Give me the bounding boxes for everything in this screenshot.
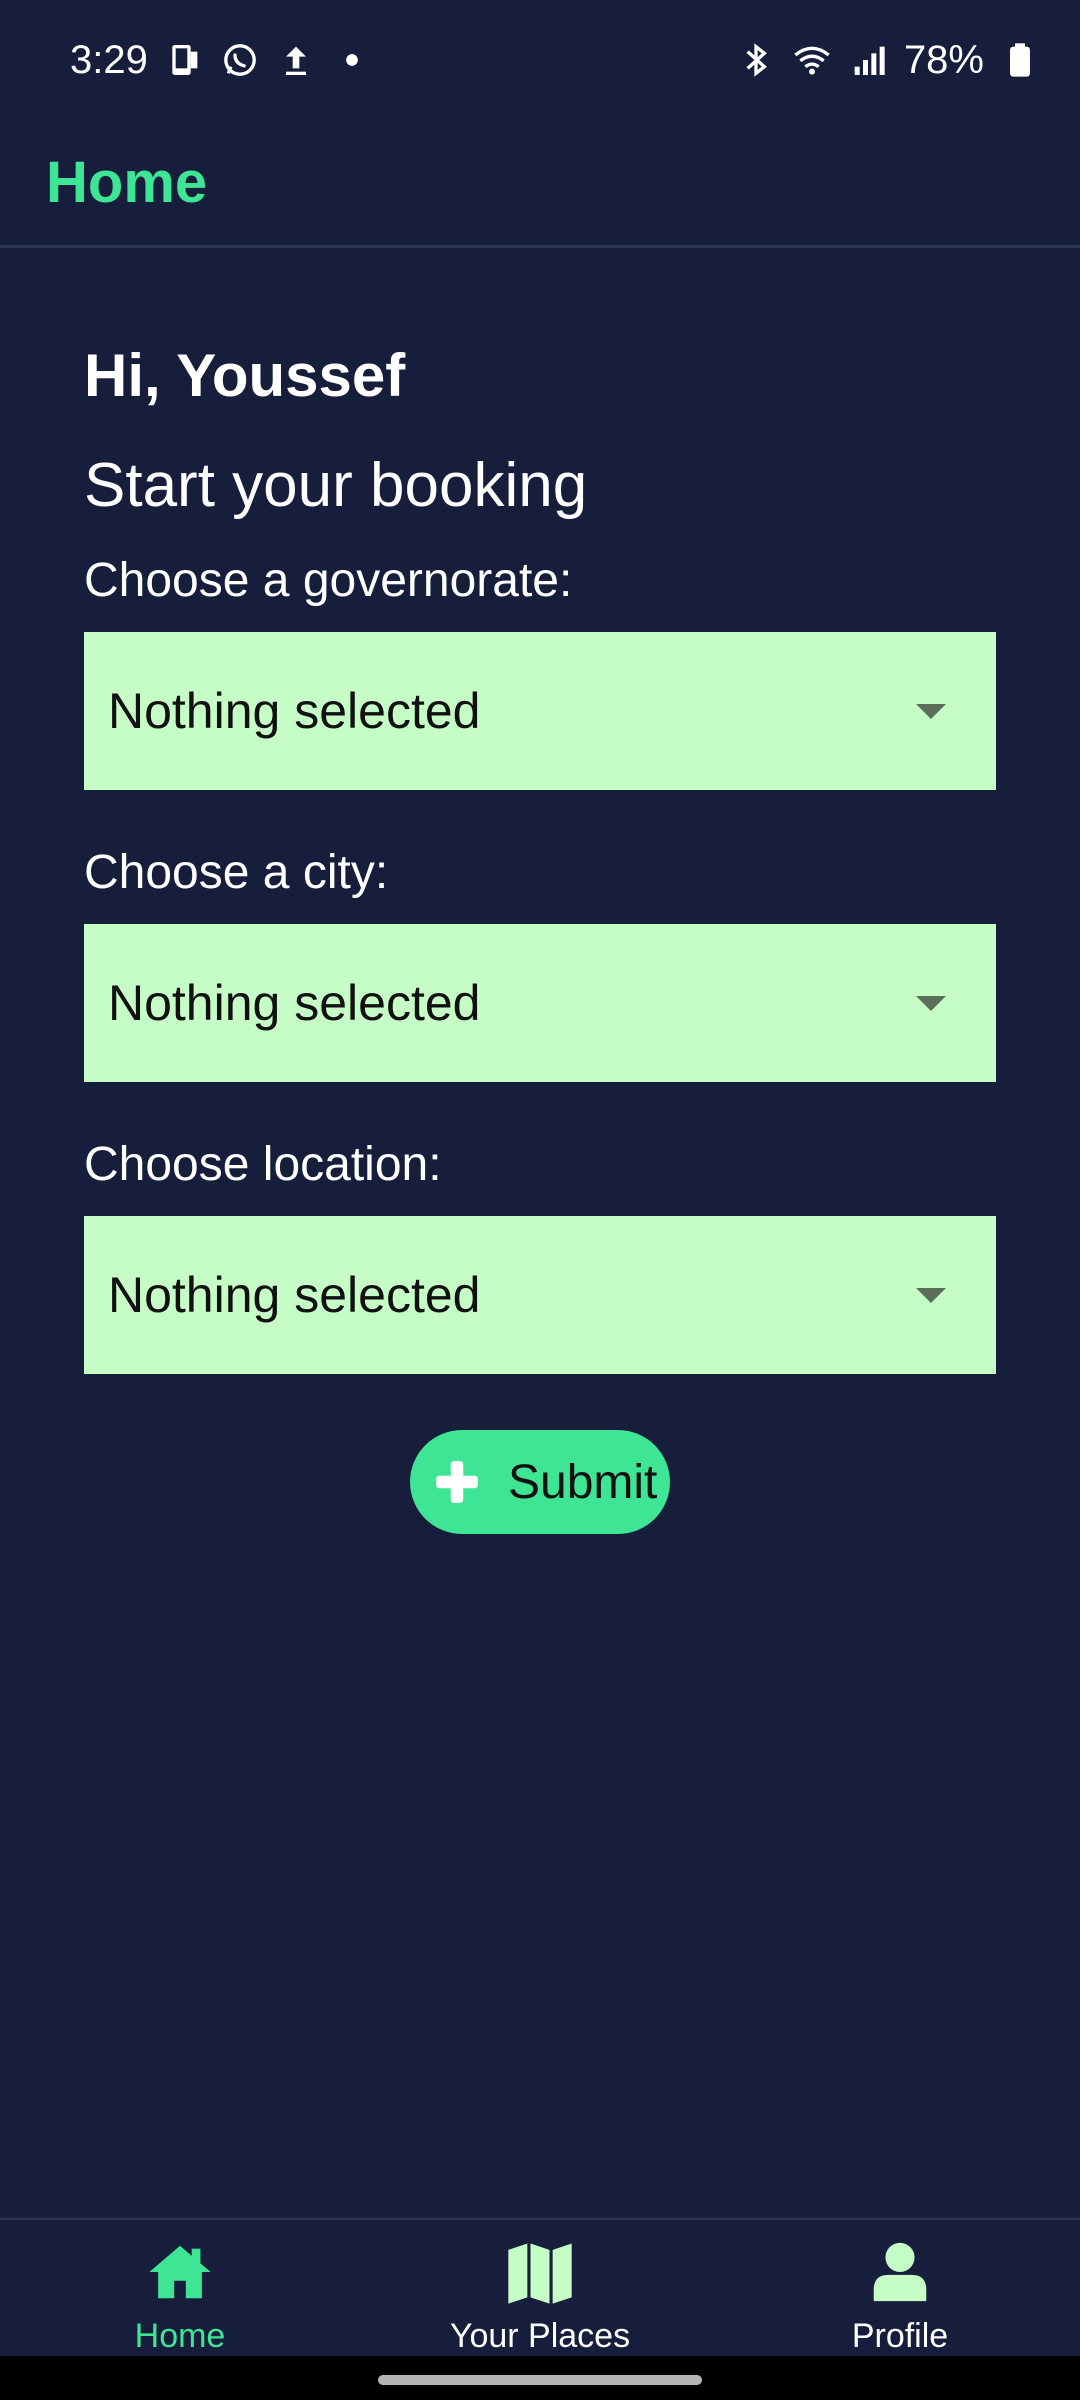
booking-form: Hi, Youssef Start your booking Choose a … bbox=[84, 330, 996, 1534]
bottom-nav: Home Your Places Profile bbox=[0, 2218, 1080, 2356]
dot-icon bbox=[332, 40, 372, 80]
battery-percent: 78% bbox=[903, 37, 984, 82]
phone-screen-icon bbox=[164, 40, 204, 80]
battery-icon bbox=[1000, 40, 1040, 80]
nav-label-your-places: Your Places bbox=[449, 2317, 631, 2355]
governorate-label: Choose a governorate: bbox=[84, 553, 573, 607]
status-bar: 3:29 78% bbox=[0, 0, 1080, 120]
gesture-bar bbox=[0, 2356, 1080, 2400]
submit-label: Submit bbox=[508, 1455, 658, 1509]
status-left: 3:29 bbox=[70, 38, 372, 83]
submit-button[interactable]: Submit bbox=[410, 1430, 670, 1534]
city-select-value: Nothing selected bbox=[108, 975, 481, 1031]
nav-item-profile[interactable]: Profile bbox=[720, 2220, 1080, 2356]
city-label: Choose a city: bbox=[84, 845, 389, 899]
submit-wrap: Submit bbox=[84, 1430, 996, 1534]
upload-icon bbox=[276, 40, 316, 80]
nav-item-your-places[interactable]: Your Places bbox=[360, 2220, 720, 2356]
location-select-value: Nothing selected bbox=[108, 1267, 481, 1323]
nav-item-home[interactable]: Home bbox=[0, 2220, 360, 2356]
status-time: 3:29 bbox=[70, 37, 148, 82]
city-select[interactable]: Nothing selected bbox=[84, 924, 996, 1082]
wifi-icon bbox=[792, 40, 832, 80]
greeting-text: Hi, Youssef bbox=[84, 341, 406, 409]
location-select[interactable]: Nothing selected bbox=[84, 1216, 996, 1374]
plus-icon bbox=[432, 1457, 482, 1507]
location-label: Choose location: bbox=[84, 1137, 442, 1191]
app-bar: Home bbox=[0, 120, 1080, 248]
nav-label-profile: Profile bbox=[851, 2317, 949, 2355]
dropdown-arrow-icon bbox=[916, 995, 946, 1011]
bluetooth-icon bbox=[736, 40, 776, 80]
nav-label-home: Home bbox=[134, 2317, 226, 2355]
screen: 3:29 78% Home Hi, Youssef Start your boo… bbox=[0, 0, 1080, 2400]
person-icon bbox=[860, 2232, 940, 2311]
whatsapp-icon bbox=[220, 40, 260, 80]
page-title: Home bbox=[46, 150, 208, 215]
signal-icon bbox=[848, 40, 888, 80]
dropdown-arrow-icon bbox=[916, 703, 946, 719]
governorate-select-value: Nothing selected bbox=[108, 683, 481, 739]
map-icon bbox=[500, 2232, 580, 2311]
governorate-select[interactable]: Nothing selected bbox=[84, 632, 996, 790]
home-icon bbox=[140, 2232, 220, 2311]
booking-subtitle: Start your booking bbox=[84, 450, 588, 520]
home-gesture-handle[interactable] bbox=[378, 2375, 702, 2385]
dropdown-arrow-icon bbox=[916, 1287, 946, 1303]
status-right: 78% bbox=[736, 38, 1040, 83]
